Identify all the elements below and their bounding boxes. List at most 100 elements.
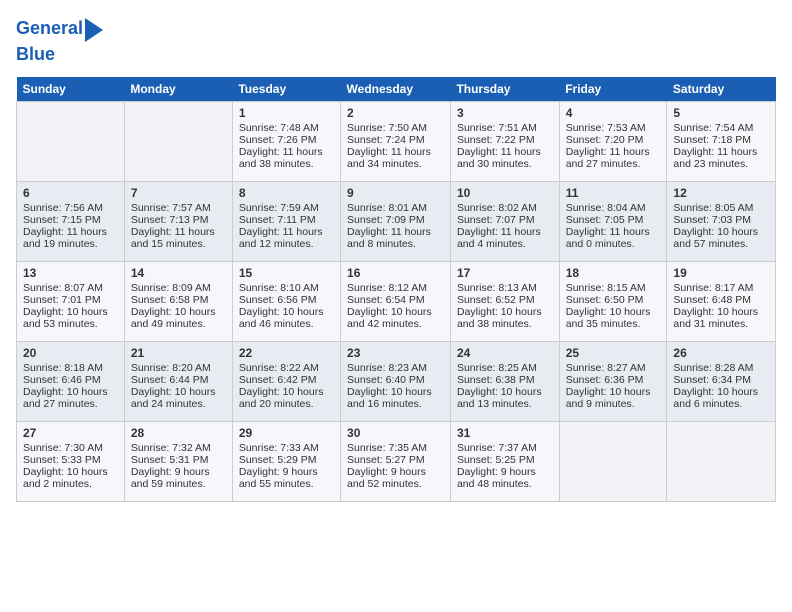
sunrise: Sunrise: 7:59 AM — [239, 202, 319, 214]
logo: General Blue — [16, 16, 103, 65]
calendar-cell: 19 Sunrise: 8:17 AM Sunset: 6:48 PM Dayl… — [667, 262, 776, 342]
day-number: 6 — [23, 186, 118, 200]
sunset: Sunset: 6:56 PM — [239, 294, 317, 306]
sunrise: Sunrise: 7:53 AM — [566, 122, 646, 134]
sunset: Sunset: 6:52 PM — [457, 294, 535, 306]
day-number: 1 — [239, 106, 334, 120]
calendar-cell — [17, 102, 125, 182]
day-number: 9 — [347, 186, 444, 200]
sunset: Sunset: 6:36 PM — [566, 374, 644, 386]
daylight: Daylight: 10 hours and 35 minutes. — [566, 306, 651, 330]
day-number: 24 — [457, 346, 553, 360]
sunrise: Sunrise: 8:07 AM — [23, 282, 103, 294]
sunset: Sunset: 6:38 PM — [457, 374, 535, 386]
sunrise: Sunrise: 7:32 AM — [131, 442, 211, 454]
sunset: Sunset: 5:33 PM — [23, 454, 101, 466]
day-number: 10 — [457, 186, 553, 200]
day-number: 23 — [347, 346, 444, 360]
sunset: Sunset: 7:20 PM — [566, 134, 644, 146]
day-number: 15 — [239, 266, 334, 280]
sunset: Sunset: 7:22 PM — [457, 134, 535, 146]
calendar-cell: 18 Sunrise: 8:15 AM Sunset: 6:50 PM Dayl… — [559, 262, 667, 342]
calendar-cell: 6 Sunrise: 7:56 AM Sunset: 7:15 PM Dayli… — [17, 182, 125, 262]
sunset: Sunset: 7:01 PM — [23, 294, 101, 306]
day-number: 18 — [566, 266, 661, 280]
calendar-cell: 26 Sunrise: 8:28 AM Sunset: 6:34 PM Dayl… — [667, 342, 776, 422]
calendar-week-2: 13 Sunrise: 8:07 AM Sunset: 7:01 PM Dayl… — [17, 262, 776, 342]
daylight: Daylight: 11 hours and 8 minutes. — [347, 226, 431, 250]
page-header: General Blue — [16, 16, 776, 65]
sunset: Sunset: 7:11 PM — [239, 214, 316, 226]
sunset: Sunset: 6:54 PM — [347, 294, 425, 306]
day-number: 3 — [457, 106, 553, 120]
calendar-cell: 22 Sunrise: 8:22 AM Sunset: 6:42 PM Dayl… — [232, 342, 340, 422]
logo-general: General — [16, 18, 83, 38]
daylight: Daylight: 10 hours and 2 minutes. — [23, 466, 108, 490]
daylight: Daylight: 10 hours and 16 minutes. — [347, 386, 432, 410]
calendar-cell: 16 Sunrise: 8:12 AM Sunset: 6:54 PM Dayl… — [341, 262, 451, 342]
daylight: Daylight: 11 hours and 38 minutes. — [239, 146, 323, 170]
day-number: 8 — [239, 186, 334, 200]
day-number: 29 — [239, 426, 334, 440]
sunset: Sunset: 7:24 PM — [347, 134, 425, 146]
sunset: Sunset: 6:34 PM — [673, 374, 751, 386]
daylight: Daylight: 10 hours and 42 minutes. — [347, 306, 432, 330]
daylight: Daylight: 11 hours and 23 minutes. — [673, 146, 757, 170]
sunset: Sunset: 6:40 PM — [347, 374, 425, 386]
day-number: 2 — [347, 106, 444, 120]
calendar-table: SundayMondayTuesdayWednesdayThursdayFrid… — [16, 77, 776, 502]
calendar-week-4: 27 Sunrise: 7:30 AM Sunset: 5:33 PM Dayl… — [17, 422, 776, 502]
sunset: Sunset: 7:13 PM — [131, 214, 209, 226]
day-number: 16 — [347, 266, 444, 280]
sunrise: Sunrise: 8:13 AM — [457, 282, 537, 294]
calendar-cell: 15 Sunrise: 8:10 AM Sunset: 6:56 PM Dayl… — [232, 262, 340, 342]
daylight: Daylight: 11 hours and 34 minutes. — [347, 146, 431, 170]
sunrise: Sunrise: 8:05 AM — [673, 202, 753, 214]
sunrise: Sunrise: 7:35 AM — [347, 442, 427, 454]
daylight: Daylight: 10 hours and 27 minutes. — [23, 386, 108, 410]
header-sunday: Sunday — [17, 77, 125, 102]
day-number: 20 — [23, 346, 118, 360]
daylight: Daylight: 9 hours and 55 minutes. — [239, 466, 318, 490]
calendar-cell: 28 Sunrise: 7:32 AM Sunset: 5:31 PM Dayl… — [124, 422, 232, 502]
calendar-cell: 30 Sunrise: 7:35 AM Sunset: 5:27 PM Dayl… — [341, 422, 451, 502]
daylight: Daylight: 11 hours and 12 minutes. — [239, 226, 323, 250]
header-wednesday: Wednesday — [341, 77, 451, 102]
day-number: 31 — [457, 426, 553, 440]
daylight: Daylight: 9 hours and 59 minutes. — [131, 466, 210, 490]
sunrise: Sunrise: 8:15 AM — [566, 282, 646, 294]
sunrise: Sunrise: 7:50 AM — [347, 122, 427, 134]
sunrise: Sunrise: 7:57 AM — [131, 202, 211, 214]
calendar-cell: 7 Sunrise: 7:57 AM Sunset: 7:13 PM Dayli… — [124, 182, 232, 262]
sunset: Sunset: 5:31 PM — [131, 454, 209, 466]
calendar-cell: 9 Sunrise: 8:01 AM Sunset: 7:09 PM Dayli… — [341, 182, 451, 262]
sunrise: Sunrise: 8:12 AM — [347, 282, 427, 294]
calendar-cell: 5 Sunrise: 7:54 AM Sunset: 7:18 PM Dayli… — [667, 102, 776, 182]
daylight: Daylight: 9 hours and 52 minutes. — [347, 466, 426, 490]
sunset: Sunset: 5:25 PM — [457, 454, 535, 466]
day-number: 27 — [23, 426, 118, 440]
sunset: Sunset: 7:18 PM — [673, 134, 751, 146]
sunrise: Sunrise: 8:25 AM — [457, 362, 537, 374]
sunrise: Sunrise: 7:37 AM — [457, 442, 537, 454]
sunset: Sunset: 6:42 PM — [239, 374, 317, 386]
sunrise: Sunrise: 8:10 AM — [239, 282, 319, 294]
calendar-week-3: 20 Sunrise: 8:18 AM Sunset: 6:46 PM Dayl… — [17, 342, 776, 422]
sunset: Sunset: 5:29 PM — [239, 454, 317, 466]
calendar-cell: 11 Sunrise: 8:04 AM Sunset: 7:05 PM Dayl… — [559, 182, 667, 262]
day-number: 12 — [673, 186, 769, 200]
sunrise: Sunrise: 8:02 AM — [457, 202, 537, 214]
day-number: 25 — [566, 346, 661, 360]
calendar-cell: 31 Sunrise: 7:37 AM Sunset: 5:25 PM Dayl… — [450, 422, 559, 502]
logo-arrow-icon — [85, 18, 103, 42]
daylight: Daylight: 10 hours and 57 minutes. — [673, 226, 758, 250]
sunset: Sunset: 5:27 PM — [347, 454, 425, 466]
day-number: 30 — [347, 426, 444, 440]
day-number: 14 — [131, 266, 226, 280]
calendar-cell: 3 Sunrise: 7:51 AM Sunset: 7:22 PM Dayli… — [450, 102, 559, 182]
sunrise: Sunrise: 7:30 AM — [23, 442, 103, 454]
sunrise: Sunrise: 7:54 AM — [673, 122, 753, 134]
calendar-cell: 24 Sunrise: 8:25 AM Sunset: 6:38 PM Dayl… — [450, 342, 559, 422]
sunset: Sunset: 7:26 PM — [239, 134, 317, 146]
calendar-cell: 12 Sunrise: 8:05 AM Sunset: 7:03 PM Dayl… — [667, 182, 776, 262]
